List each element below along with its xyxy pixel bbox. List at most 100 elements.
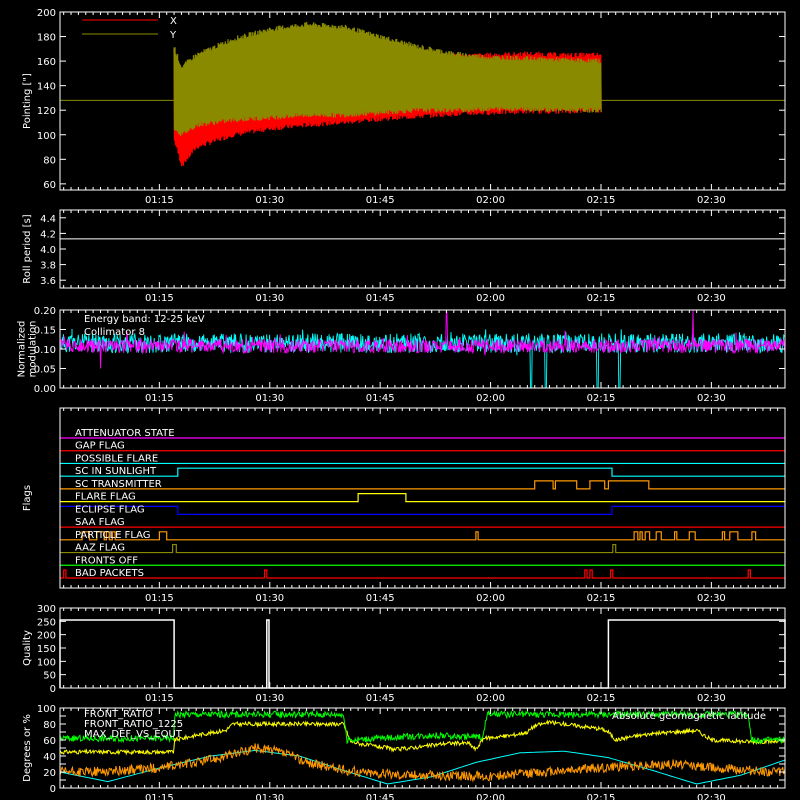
front_ratio-ytick-label: 40 (43, 752, 56, 763)
quality-ytick-label: 200 (37, 631, 56, 642)
flag-line-sc-transmitter (60, 480, 785, 490)
quality-ylabel: Quality (22, 630, 33, 666)
front_ratio-xtick-label: 01:30 (255, 793, 284, 800)
pointing-series-y (173, 21, 602, 136)
quality-xtick-label: 01:45 (366, 693, 395, 704)
flag-label-eclipse-flag: ECLIPSE FLAG (75, 504, 145, 515)
front_ratio-ylabel: Degrees or % (22, 714, 33, 782)
flag-line-eclipse-flag (60, 505, 785, 515)
pointing-xtick-label: 02:00 (476, 195, 505, 206)
flag-line-sc-in-sunlight (60, 467, 785, 477)
flags-xtick-label: 02:00 (476, 593, 505, 604)
pointing-ytick-label: 180 (37, 33, 56, 44)
front_ratio-xtick-label: 01:45 (366, 793, 395, 800)
pointing-ytick-label: 60 (43, 180, 56, 191)
front-ratio-legend-2: MAX_DEF_VS_EQUT (84, 729, 183, 740)
quality-ytick-label: 150 (37, 644, 56, 655)
pointing-xtick-label: 02:30 (697, 195, 726, 206)
roll_period-ytick-label: 3.8 (40, 261, 56, 272)
modulation-ytick-label: 0.00 (34, 384, 56, 395)
roll_period-xtick-label: 02:00 (476, 293, 505, 304)
front_ratio-xtick-label: 02:15 (587, 793, 616, 800)
front-ratio-series-2 (59, 743, 786, 783)
flags-xtick-label: 01:45 (366, 593, 395, 604)
quality-ytick-label: 100 (37, 657, 56, 668)
quality-xtick-label: 01:15 (145, 693, 174, 704)
front_ratio-ytick-label: 80 (43, 720, 56, 731)
flags-xtick-label: 02:15 (587, 593, 616, 604)
flags-xtick-label: 01:15 (145, 593, 174, 604)
modulation-legend-collimator: Collimator 8 (84, 327, 145, 338)
quality-ytick-label: 300 (37, 604, 56, 615)
flag-label-flare-flag: FLARE FLAG (75, 492, 136, 503)
flag-label-saa-flag: SAA FLAG (75, 517, 125, 528)
flag-line-flare-flag (60, 493, 785, 503)
flag-line-particle-flag (60, 531, 785, 541)
figure: 01:15 01:30 01:45 02:00 02:15 02:30 01:15 01:30… (17, 8, 786, 800)
modulation-series-0 (59, 329, 786, 389)
modulation-ytick-label: 0.20 (34, 306, 56, 317)
modulation-xtick-label: 01:45 (366, 393, 395, 404)
pointing-xtick-label: 01:30 (255, 195, 284, 206)
modulation-xtick-label: 01:15 (145, 393, 174, 404)
pointing-ytick-label: 80 (43, 155, 56, 166)
pointing-ylabel: Pointing ["] (22, 73, 33, 129)
front_ratio-xtick-label: 02:00 (476, 793, 505, 800)
roll_period-ytick-label: 4.2 (40, 229, 56, 240)
modulation-xtick-label: 02:15 (587, 393, 616, 404)
flag-label-possible-flare: POSSIBLE FLARE (75, 453, 158, 464)
flag-label-particle-flag: PARTICLE FLAG (75, 530, 151, 541)
roll_period-ylabel: Roll period [s] (22, 214, 33, 283)
quality-xtick-label: 02:30 (697, 693, 726, 704)
front_ratio-ytick-label: 0 (50, 784, 56, 795)
pointing-ytick-label: 200 (37, 8, 56, 19)
front_ratio-ytick-label: 100 (37, 704, 56, 715)
front_ratio-ytick-label: 60 (43, 736, 56, 747)
modulation-ylabel: modulation (28, 321, 39, 378)
quality-xtick-label: 02:15 (587, 693, 616, 704)
pointing-ytick-label: 120 (37, 106, 56, 117)
flag-line-aaz-flag (60, 543, 785, 554)
modulation-energy-band: Energy band: 12-25 keV (84, 314, 205, 325)
front_ratio-xtick-label: 01:15 (145, 793, 174, 800)
roll_period-ytick-label: 3.6 (40, 276, 56, 287)
pointing-xtick-label: 01:15 (145, 195, 174, 206)
modulation-xtick-label: 02:30 (697, 393, 726, 404)
flag-label-sc-transmitter: SC TRANSMITTER (75, 479, 162, 490)
quality-line (59, 619, 786, 689)
pointing-ytick-label: 100 (37, 131, 56, 142)
roll_period-xtick-label: 02:15 (587, 293, 616, 304)
flags-xtick-label: 01:30 (255, 593, 284, 604)
modulation-xtick-label: 02:00 (476, 393, 505, 404)
quality-xtick-label: 01:30 (255, 693, 284, 704)
pointing-legend-label-x: X (170, 16, 177, 27)
front_ratio-xtick-label: 02:30 (697, 793, 726, 800)
flag-label-fronts-off: FRONTS OFF (75, 555, 138, 566)
pointing-legend-label-y: Y (169, 30, 177, 41)
quality-xtick-label: 02:00 (476, 693, 505, 704)
text-layer: 01:15 01:30 01:45 02:00 02:15 02:30 01:15 01:30… (17, 8, 767, 800)
pointing-ytick-label: 160 (37, 57, 56, 68)
pointing-xtick-label: 01:45 (366, 195, 395, 206)
quality-ytick-label: 50 (43, 671, 56, 682)
front_ratio-ytick-label: 20 (43, 768, 56, 779)
roll_period-xtick-label: 01:45 (366, 293, 395, 304)
roll_period-ytick-label: 4.0 (40, 245, 56, 256)
quality-ytick-label: 250 (37, 617, 56, 628)
modulation-xtick-label: 01:30 (255, 393, 284, 404)
roll_period-xtick-label: 01:30 (255, 293, 284, 304)
quality-ytick-label: 0 (50, 684, 56, 695)
roll_period-xtick-label: 02:30 (697, 293, 726, 304)
roll_period-frame (59, 209, 786, 289)
pointing-xtick-label: 02:15 (587, 195, 616, 206)
pointing-ytick-label: 140 (37, 82, 56, 93)
flag-label-sc-in-sunlight: SC IN SUNLIGHT (75, 466, 157, 477)
flag-label-bad-packets: BAD PACKETS (75, 568, 144, 579)
front-ratio-legend-3: Absolute geomagnetic latitude (612, 711, 766, 722)
flags-ylabel: Flags (22, 485, 33, 511)
flags-xtick-label: 02:30 (697, 593, 726, 604)
flag-label-aaz-flag: AAZ FLAG (75, 543, 125, 554)
modulation-ylabel: Normalized (17, 321, 28, 378)
flag-label-attenuator-state: ATTENUATOR STATE (75, 428, 175, 439)
roll_period-xtick-label: 01:15 (145, 293, 174, 304)
